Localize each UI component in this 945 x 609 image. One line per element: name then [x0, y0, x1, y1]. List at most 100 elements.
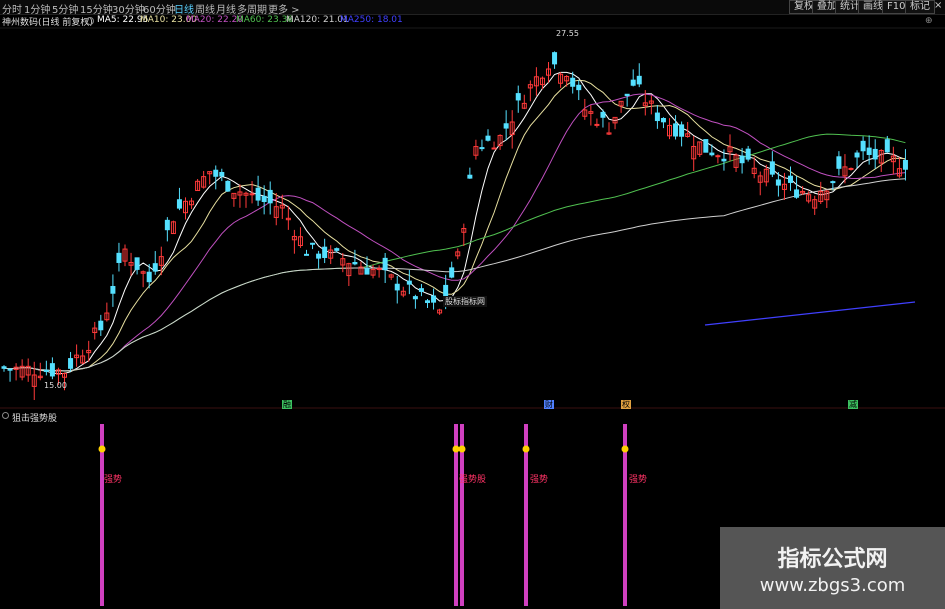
candle-body — [479, 147, 485, 150]
candle-body — [866, 147, 872, 155]
candle-body — [848, 167, 854, 170]
candle-body — [703, 139, 709, 153]
candle-body — [503, 123, 509, 129]
candle-body — [594, 123, 600, 126]
candle-body — [449, 267, 455, 278]
center-watermark-tag: 股标指标网 — [443, 296, 487, 307]
candle-body — [418, 288, 424, 292]
high-price-label: 27.55 — [556, 29, 579, 38]
candle-body — [310, 242, 316, 245]
candle-body — [110, 285, 116, 294]
candle-body — [267, 189, 273, 204]
candle-body — [98, 320, 104, 331]
candle-body — [68, 358, 74, 369]
candle-body — [213, 169, 219, 177]
candle-body — [382, 257, 388, 271]
candle-body — [485, 135, 491, 141]
candle-body — [164, 219, 170, 231]
signal-label: 强势 — [629, 475, 648, 485]
candle-body — [364, 267, 370, 275]
candle-body — [600, 111, 606, 118]
candle-body — [721, 158, 727, 162]
signal-dot — [621, 445, 629, 453]
candle-body — [146, 271, 152, 283]
ma-line — [704, 301, 916, 326]
candle-body — [745, 148, 751, 160]
candle-body — [152, 263, 158, 272]
candle-body — [134, 257, 140, 270]
ma-line — [3, 79, 906, 372]
candle-body — [836, 156, 842, 169]
ma-line — [3, 178, 906, 372]
candle-body — [219, 171, 225, 177]
candle-body — [654, 112, 660, 122]
candle-body — [660, 118, 666, 123]
candle-body — [261, 195, 267, 203]
candle-body — [7, 368, 13, 371]
candle-body — [316, 253, 322, 259]
signal-dot — [522, 445, 530, 453]
candle-body — [576, 84, 582, 91]
candle-body — [872, 148, 878, 160]
signal-dot — [452, 445, 460, 453]
candle-body — [788, 175, 793, 183]
event-flag-finance[interactable]: 财 — [544, 400, 554, 409]
candle-body — [394, 283, 400, 291]
signal-dot — [98, 445, 106, 453]
signal-label: 强势 — [530, 475, 549, 485]
event-flag-rights[interactable]: 权 — [621, 400, 631, 409]
candle-body — [322, 246, 328, 258]
candle-body — [225, 180, 231, 192]
event-flag-margin[interactable]: 融 — [282, 400, 292, 409]
signal-dot — [458, 445, 466, 453]
candle-body — [352, 262, 358, 265]
candle-body — [412, 296, 418, 300]
candle-body — [406, 280, 412, 285]
candle-body — [630, 79, 636, 86]
candle-body — [376, 268, 382, 271]
candle-body — [715, 155, 721, 158]
ma-line — [3, 71, 906, 375]
candle-body — [43, 369, 49, 372]
candle-body — [49, 363, 55, 377]
candle-body — [425, 300, 430, 303]
candle-body — [775, 179, 781, 186]
candle-body — [304, 253, 309, 256]
candle-body — [673, 123, 679, 137]
signal-label: 强势股 — [459, 475, 487, 485]
candle-body — [854, 152, 860, 158]
candle-body — [902, 159, 908, 170]
candle-body — [491, 147, 497, 150]
site-watermark: 指标公式网 www.zbgs3.com — [720, 527, 945, 609]
candle-body — [624, 93, 630, 97]
candle-body — [679, 124, 685, 137]
candle-body — [249, 193, 255, 196]
candle-body — [255, 187, 261, 201]
event-flag-reduce[interactable]: 减 — [848, 400, 858, 409]
candle-body — [830, 181, 836, 184]
low-price-label: 15.00 — [44, 381, 67, 390]
candle-body — [116, 252, 122, 263]
candle-body — [884, 139, 890, 153]
watermark-url: www.zbgs3.com — [759, 575, 906, 596]
candle-body — [176, 199, 182, 209]
candle-body — [769, 161, 775, 175]
candle-body — [1, 366, 7, 369]
candle-body — [709, 152, 715, 156]
signal-label: 强势 — [104, 475, 123, 485]
indicator-title: 狙击强势股 — [12, 414, 58, 424]
candle-body — [794, 189, 800, 198]
ma-line — [3, 93, 906, 372]
candle-body — [443, 284, 449, 297]
candle-body — [570, 77, 576, 87]
candle-body — [552, 52, 558, 65]
candle-body — [636, 75, 642, 85]
candle-body — [467, 174, 473, 179]
candle-body — [431, 295, 437, 303]
candle-body — [515, 93, 521, 101]
candle-body — [739, 155, 745, 164]
watermark-title: 指标公式网 — [777, 547, 888, 572]
candle-body — [860, 140, 866, 152]
indicator-settings-icon[interactable] — [2, 412, 9, 419]
candle-body — [334, 248, 340, 251]
